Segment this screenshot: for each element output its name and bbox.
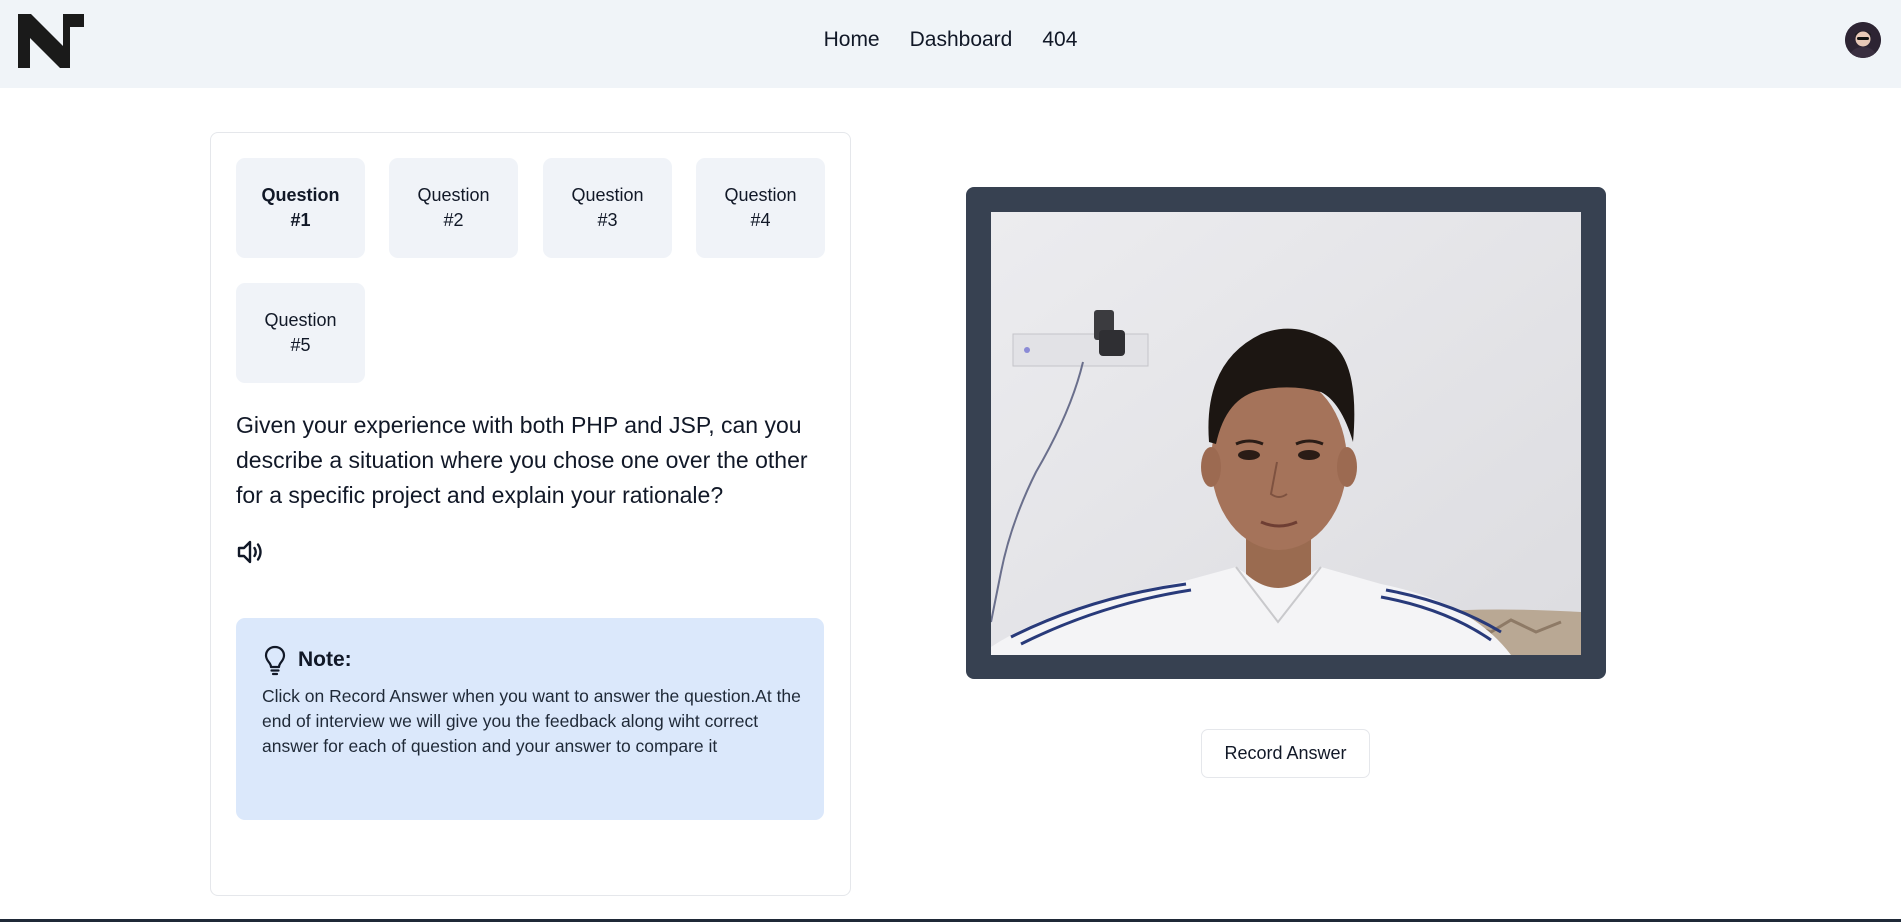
question-tab-number: #2 bbox=[443, 210, 464, 230]
question-tab-number: #5 bbox=[290, 335, 311, 355]
speaker-icon[interactable] bbox=[236, 539, 266, 565]
question-tab-label: Question bbox=[261, 185, 340, 205]
question-tab-label: Question bbox=[724, 185, 797, 205]
nav-dashboard-link[interactable]: Dashboard bbox=[910, 28, 1013, 52]
lightbulb-icon bbox=[264, 645, 286, 676]
note-box: Note: Click on Record Answer when you wa… bbox=[236, 618, 824, 820]
question-tab-label: Question bbox=[571, 185, 644, 205]
webcam-image bbox=[991, 212, 1581, 655]
question-tab-2[interactable]: Question #2 bbox=[389, 158, 518, 258]
note-title: Note: bbox=[298, 648, 352, 671]
note-header: Note: bbox=[262, 644, 352, 676]
top-navbar: Home Dashboard 404 bbox=[0, 0, 1901, 88]
main-nav: Home Dashboard 404 bbox=[0, 0, 1901, 80]
question-tab-number: #3 bbox=[597, 210, 618, 230]
avatar-image bbox=[1845, 22, 1881, 58]
question-tab-3[interactable]: Question #3 bbox=[543, 158, 672, 258]
nav-404-link[interactable]: 404 bbox=[1042, 28, 1077, 52]
nav-home-link[interactable]: Home bbox=[824, 28, 880, 52]
user-avatar[interactable] bbox=[1845, 22, 1881, 58]
question-tab-4[interactable]: Question #4 bbox=[696, 158, 825, 258]
webcam-preview bbox=[991, 212, 1581, 655]
question-tab-number: #4 bbox=[750, 210, 771, 230]
question-tab-5[interactable]: Question #5 bbox=[236, 283, 365, 383]
webcam-frame bbox=[966, 187, 1606, 679]
question-tab-number: #1 bbox=[290, 210, 311, 230]
question-tab-1[interactable]: Question #1 bbox=[236, 158, 365, 258]
question-tab-label: Question bbox=[264, 310, 337, 330]
question-tab-label: Question bbox=[417, 185, 490, 205]
question-text: Given your experience with both PHP and … bbox=[236, 412, 808, 508]
record-answer-button[interactable]: Record Answer bbox=[1201, 729, 1370, 778]
note-body: Click on Record Answer when you want to … bbox=[262, 686, 801, 756]
